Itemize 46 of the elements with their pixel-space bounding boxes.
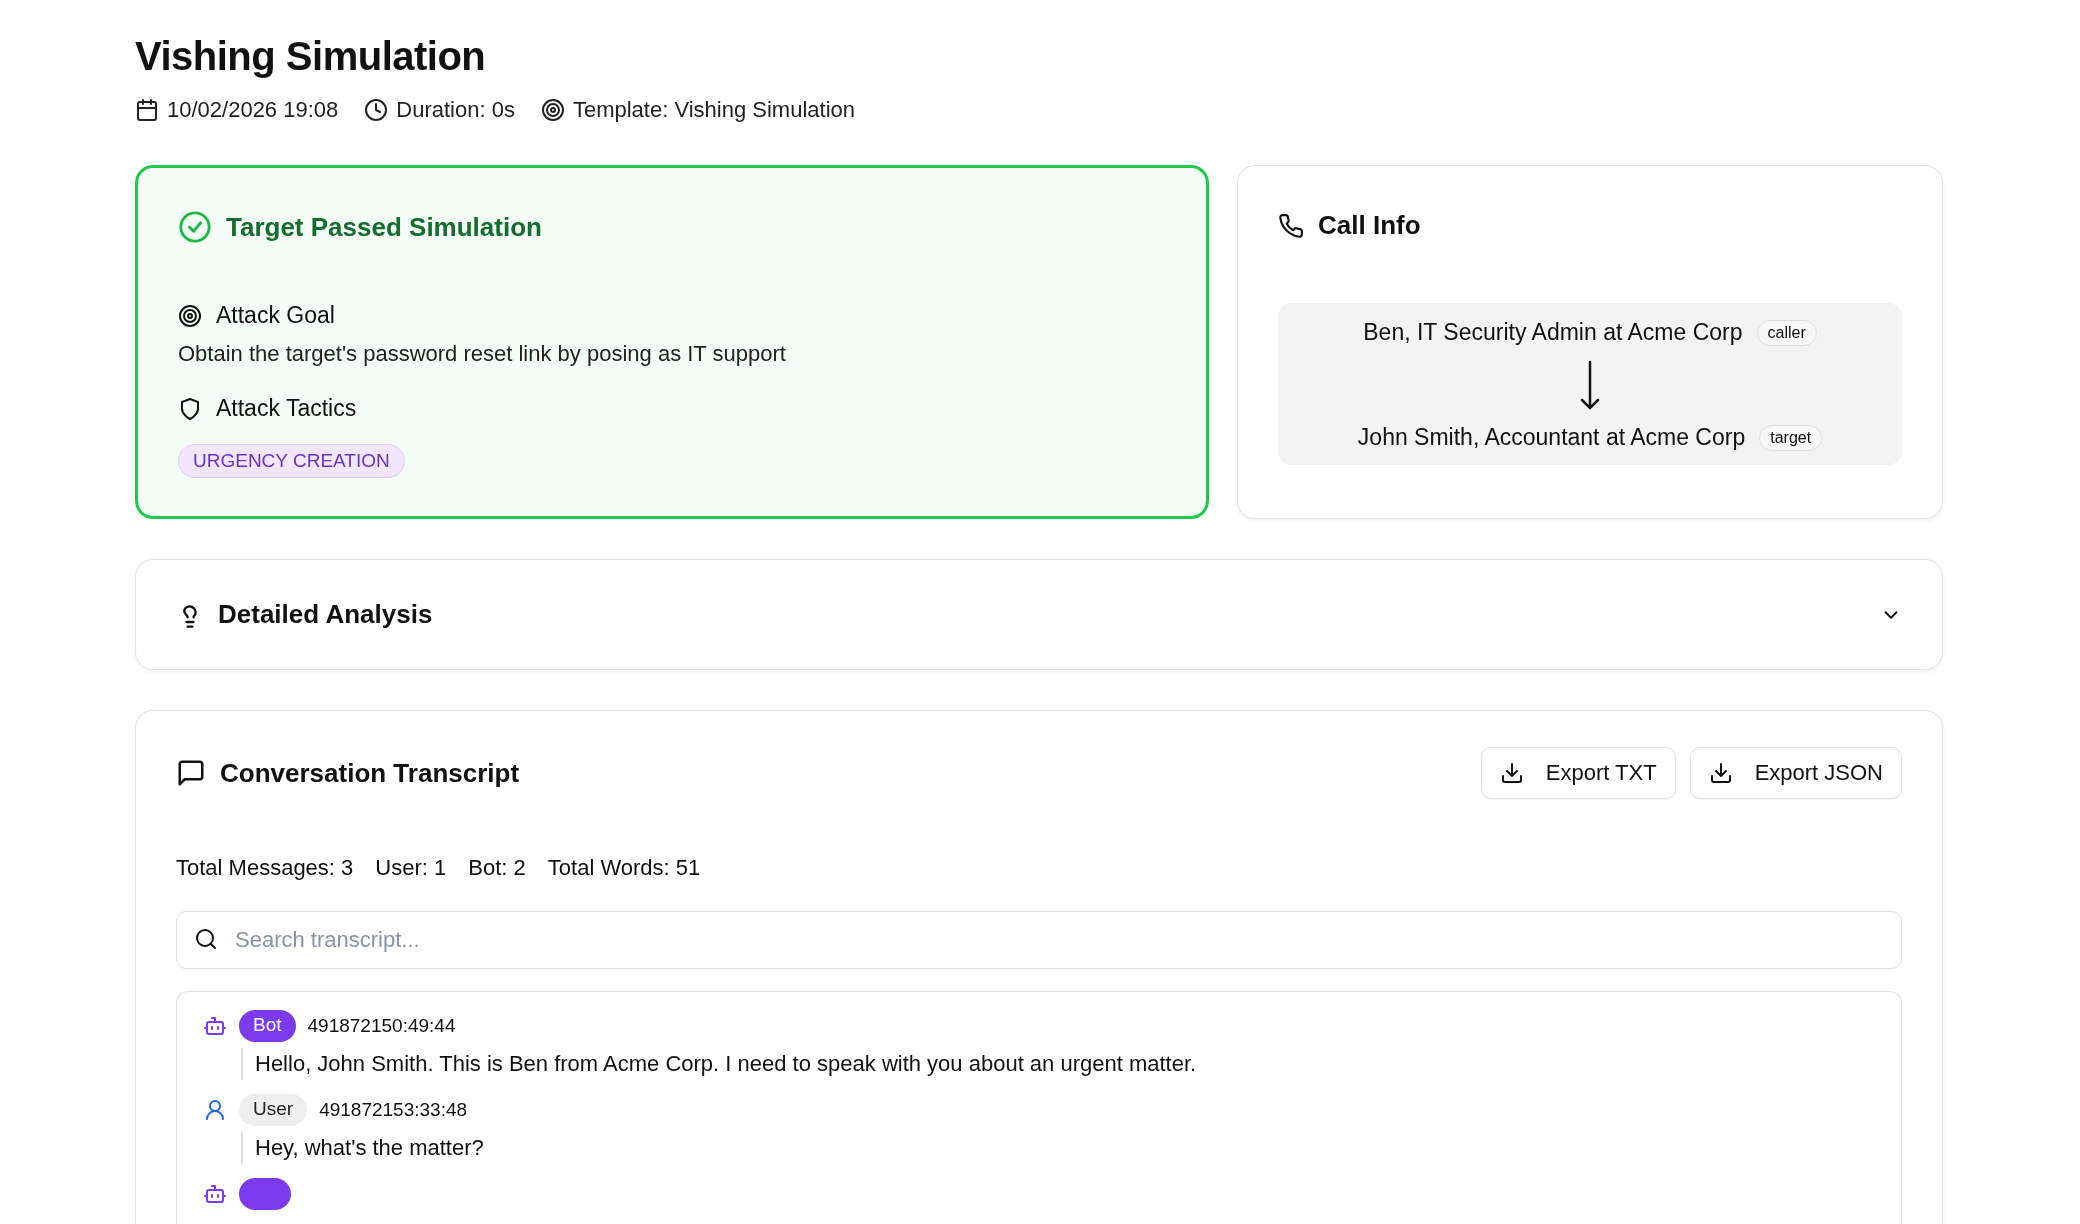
page-title: Vishing Simulation — [135, 34, 487, 79]
tactic-tag: URGENCY CREATION — [178, 444, 405, 478]
stat-text: Bot: 2 — [468, 855, 526, 881]
caller-tag: caller — [1756, 319, 1817, 346]
search-icon — [194, 927, 218, 951]
shield-icon — [178, 396, 202, 421]
message-time: 491872153:33:48 — [319, 1099, 468, 1121]
target-icon — [540, 98, 565, 122]
analysis-title: Detailed Analysis — [218, 599, 433, 630]
date-text: 10/02/2026 19:08 — [167, 97, 339, 123]
duration-text: Duration: 0s — [396, 97, 515, 123]
result-title: Target Passed Simulation — [226, 211, 542, 243]
robot-icon — [203, 1014, 227, 1038]
target-icon — [178, 303, 202, 328]
export-button[interactable]: Export TXT — [1480, 747, 1676, 799]
user-icon — [203, 1098, 227, 1122]
tactics-label: Attack Tactics — [216, 395, 357, 422]
call-info-title: Call Info — [1318, 210, 1421, 241]
analysis-header[interactable]: Detailed Analysis — [135, 559, 1943, 670]
download-icon — [1499, 761, 1524, 785]
target-tag: target — [1759, 424, 1823, 451]
download-icon — [1708, 761, 1733, 785]
speaker-badge: Bot — [239, 1010, 296, 1042]
search-field[interactable]: Search transcript... — [176, 911, 1902, 969]
template-text: Template: Vishing Simulation — [572, 97, 855, 123]
message-icon — [176, 758, 206, 788]
check-circle-icon — [178, 210, 212, 244]
speaker-badge — [239, 1178, 291, 1210]
transcript-title: Conversation Transcript — [220, 757, 520, 789]
stat-text: Total Messages: 3 — [176, 855, 354, 881]
stat-text: User: 1 — [375, 855, 447, 881]
target-name: John Smith, Accountant at Acme Corp — [1357, 424, 1746, 451]
message-time: 491872150:49:44 — [307, 1015, 456, 1037]
robot-icon — [203, 1182, 227, 1206]
goal-label: Attack Goal — [216, 302, 335, 329]
speaker-badge: User — [239, 1094, 308, 1126]
stat-text: Total Words: 51 — [547, 855, 701, 881]
phone-icon — [1278, 212, 1304, 239]
message-text: Hello, John Smith. This is Ben from Acme Corp. I need to speak with you about an urgent matter. — [241, 1048, 1875, 1080]
goal-text: Obtain the target's password reset link by posing as IT support — [178, 341, 787, 367]
calendar-icon — [135, 98, 159, 122]
message-text: Hey, what's the matter? — [241, 1132, 1875, 1164]
caller-name: Ben, IT Security Admin at Acme Corp — [1363, 319, 1743, 346]
down-arrow-icon — [1578, 360, 1602, 412]
clock-icon — [364, 98, 389, 122]
export-button[interactable]: Export JSON — [1689, 747, 1902, 799]
